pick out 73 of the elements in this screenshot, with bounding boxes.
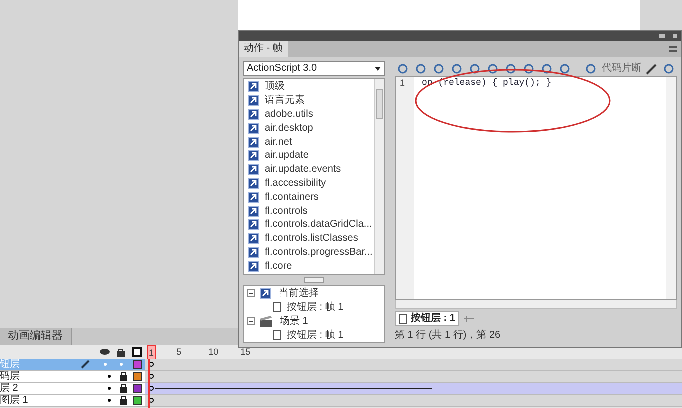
panel-menu-icon[interactable] xyxy=(669,46,677,52)
layer-name: 钮层 xyxy=(0,358,20,370)
frame-number: 10 xyxy=(208,346,219,359)
class-icon xyxy=(248,219,259,230)
class-icon xyxy=(248,164,259,176)
layer-color-swatch[interactable] xyxy=(133,360,142,369)
tree-item[interactable]: 按钮层 : 帧 1 xyxy=(287,300,344,314)
expander-icon[interactable] xyxy=(247,289,255,297)
wand-icon[interactable] xyxy=(646,62,658,74)
eye-icon[interactable] xyxy=(100,349,110,355)
class-icon xyxy=(248,260,259,272)
class-icon xyxy=(248,192,259,203)
library-item[interactable]: fl.controls.listClasses xyxy=(244,232,374,246)
class-icon xyxy=(248,136,259,148)
lock-icon[interactable] xyxy=(117,348,125,356)
layer-row[interactable]: 图层 1 xyxy=(0,395,682,407)
library-item[interactable]: fl.controls.progressBar... xyxy=(244,246,374,260)
frame-icon xyxy=(273,302,281,312)
class-icon xyxy=(260,288,271,298)
lock-icon[interactable] xyxy=(120,372,127,381)
outline-icon[interactable] xyxy=(132,347,142,357)
panel-tab[interactable]: 动作 - 帧 xyxy=(239,41,288,57)
layer-row[interactable]: 层 2 xyxy=(0,383,682,395)
class-icon xyxy=(248,150,259,162)
library-item[interactable]: fl.controls.dataGridCla... xyxy=(244,218,374,232)
animation-editor-tab[interactable]: 动画编辑器 xyxy=(0,328,72,345)
library-item[interactable]: fl.controls xyxy=(244,204,374,218)
lock-icon[interactable] xyxy=(120,396,127,405)
library-item[interactable]: air.desktop xyxy=(244,121,374,136)
class-icon xyxy=(248,178,259,189)
tree-item[interactable]: 按钮层 : 帧 1 xyxy=(287,328,344,342)
class-icon xyxy=(248,122,259,134)
lock-icon[interactable] xyxy=(120,384,127,393)
language-dropdown[interactable]: ActionScript 3.0 xyxy=(243,61,385,76)
layer-name: 层 2 xyxy=(0,382,18,394)
layer-name: 图层 1 xyxy=(0,394,28,406)
layer-color-swatch[interactable] xyxy=(133,384,142,393)
scrollbar[interactable] xyxy=(395,300,677,309)
code-snippets-button[interactable]: 代码片断 xyxy=(602,61,642,76)
class-icon xyxy=(248,95,259,106)
scrollbar[interactable] xyxy=(374,79,384,274)
frame-icon xyxy=(273,330,281,340)
library-item[interactable]: air.update.events xyxy=(244,162,374,177)
tree-item[interactable]: 当前选择 xyxy=(279,286,319,300)
class-icon xyxy=(248,246,259,258)
expander-icon[interactable] xyxy=(247,317,255,325)
splitter-handle[interactable] xyxy=(304,277,324,283)
clapperboard-icon xyxy=(260,316,272,326)
line-number: 1 xyxy=(400,77,406,89)
tween-frames[interactable] xyxy=(145,383,682,394)
class-icon xyxy=(248,206,259,217)
library-item[interactable]: air.update xyxy=(244,148,374,163)
pin-icon[interactable] xyxy=(463,314,476,322)
frame-number: 5 xyxy=(176,346,182,359)
library-item[interactable]: air.net xyxy=(244,135,374,149)
class-icon xyxy=(248,81,259,92)
library-item[interactable]: fl.accessibility xyxy=(244,176,374,190)
tree-item[interactable]: 场景 1 xyxy=(280,314,308,328)
scrollbar[interactable] xyxy=(666,77,676,299)
library-item[interactable]: fl.containers xyxy=(244,190,374,204)
class-icon xyxy=(248,233,259,244)
library-item[interactable]: fl.core xyxy=(244,259,374,274)
layer-color-swatch[interactable] xyxy=(133,396,142,405)
frame-number: 15 xyxy=(240,346,251,359)
status-text: 第 1 行 (共 1 行)，第 26 xyxy=(395,328,502,343)
library-item[interactable]: adobe.utils xyxy=(244,108,374,122)
layer-name: 码层 xyxy=(0,370,20,382)
library-item[interactable]: 顶级 xyxy=(244,80,374,94)
layer-row[interactable]: 码层 xyxy=(0,371,682,383)
frame-icon xyxy=(399,314,407,324)
library-item[interactable]: 语言元素 xyxy=(244,94,374,108)
layer-color-swatch[interactable] xyxy=(133,372,142,381)
class-icon xyxy=(248,108,259,120)
